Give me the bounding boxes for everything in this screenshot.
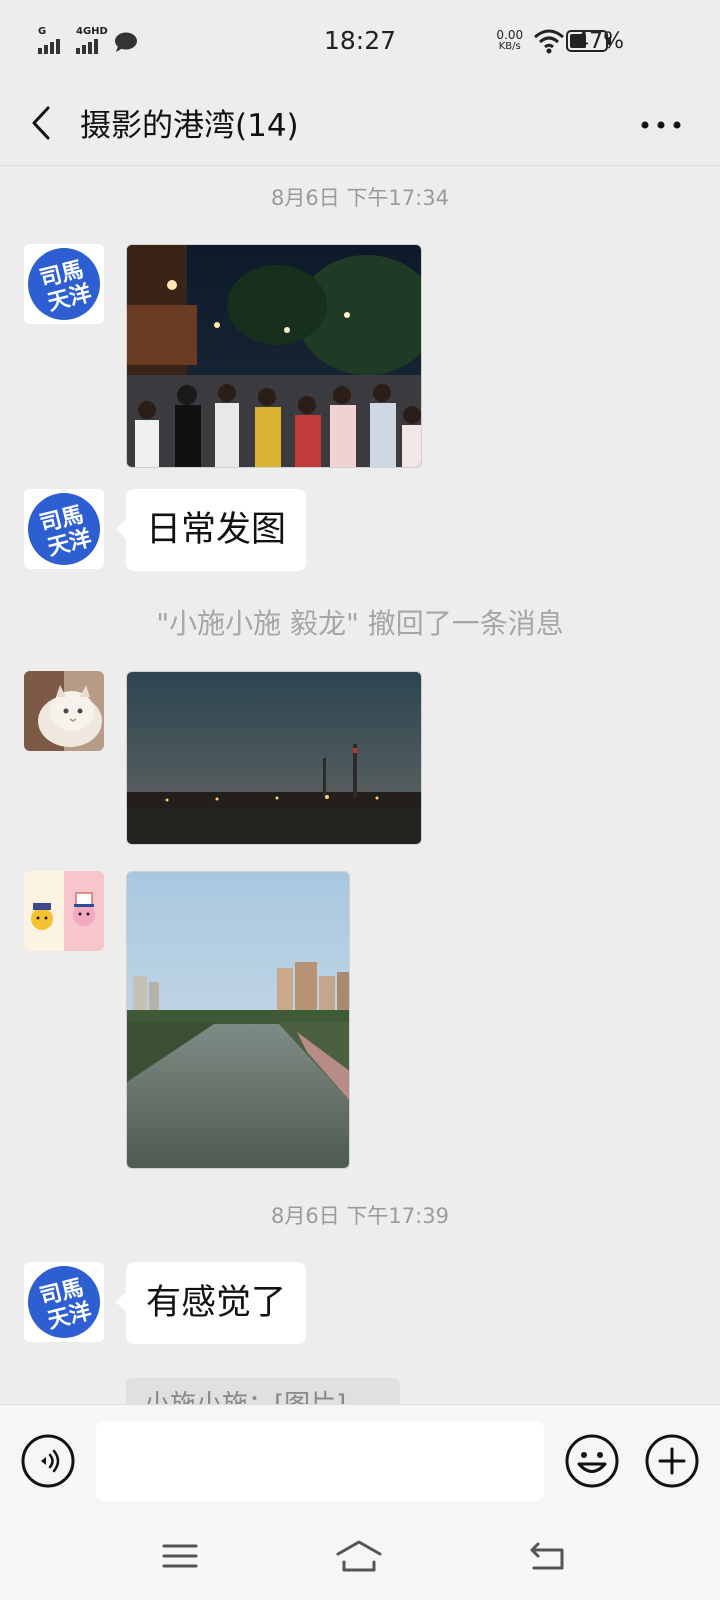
chat-title: 摄影的港湾(14) — [80, 108, 299, 144]
avatar[interactable] — [24, 671, 104, 751]
avatar[interactable]: 司馬 天洋 — [24, 244, 104, 324]
voice-input-icon[interactable] — [20, 1433, 76, 1489]
logo-avatar-image: 司馬 天洋 — [24, 244, 104, 324]
timestamp: 8月6日 下午17:34 — [271, 186, 449, 210]
avatar[interactable]: 司馬 天洋 — [24, 489, 104, 569]
back-nav-icon[interactable] — [526, 1536, 570, 1576]
cartoon-avatar-image — [24, 871, 104, 951]
avatar[interactable] — [24, 871, 104, 951]
message-list[interactable]: 8月6日 下午17:34 司馬 天洋 司馬 天洋 日常发图 "小施小施 毅龙" … — [0, 166, 720, 1404]
timestamp: 8月6日 下午17:39 — [271, 1204, 449, 1228]
text-message-bubble[interactable]: 有感觉了 — [115, 1262, 307, 1344]
menu-nav-icon[interactable] — [158, 1536, 202, 1576]
home-nav-icon[interactable] — [334, 1536, 384, 1576]
emoji-icon[interactable] — [564, 1433, 620, 1489]
avatar[interactable]: 司馬 天洋 — [24, 1262, 104, 1342]
logo-avatar-image: 司馬 天洋 — [24, 1262, 104, 1342]
text-message-bubble[interactable]: 日常发图 — [115, 489, 307, 571]
system-navigation-bar — [0, 1516, 720, 1600]
more-functions-icon[interactable] — [644, 1433, 700, 1489]
battery-icon — [566, 30, 611, 52]
more-options-icon[interactable] — [636, 110, 686, 140]
image-message-dusk-river[interactable] — [126, 671, 422, 845]
cat-avatar-image — [24, 671, 104, 751]
message-input[interactable] — [96, 1421, 544, 1501]
status-bar: G 4GHD 18:27 0.00 KB/s 47% — [0, 0, 720, 80]
network-speed: 0.00 KB/s — [496, 29, 523, 53]
image-message-day-river[interactable] — [126, 871, 350, 1169]
chat-header: 摄影的港湾(14) — [0, 80, 720, 166]
back-icon[interactable] — [24, 98, 64, 148]
quoted-reply[interactable]: 小施小施：[图片] — [126, 1378, 400, 1404]
input-bar — [0, 1404, 720, 1516]
image-message-crowd[interactable] — [126, 244, 422, 468]
network-speed-value: 0.00 — [496, 28, 524, 42]
wifi-icon — [534, 29, 565, 54]
recall-notice: "小施小施 毅龙" 撤回了一条消息 — [156, 607, 564, 640]
network-speed-unit: KB/s — [498, 41, 521, 52]
logo-avatar-image: 司馬 天洋 — [24, 489, 104, 569]
